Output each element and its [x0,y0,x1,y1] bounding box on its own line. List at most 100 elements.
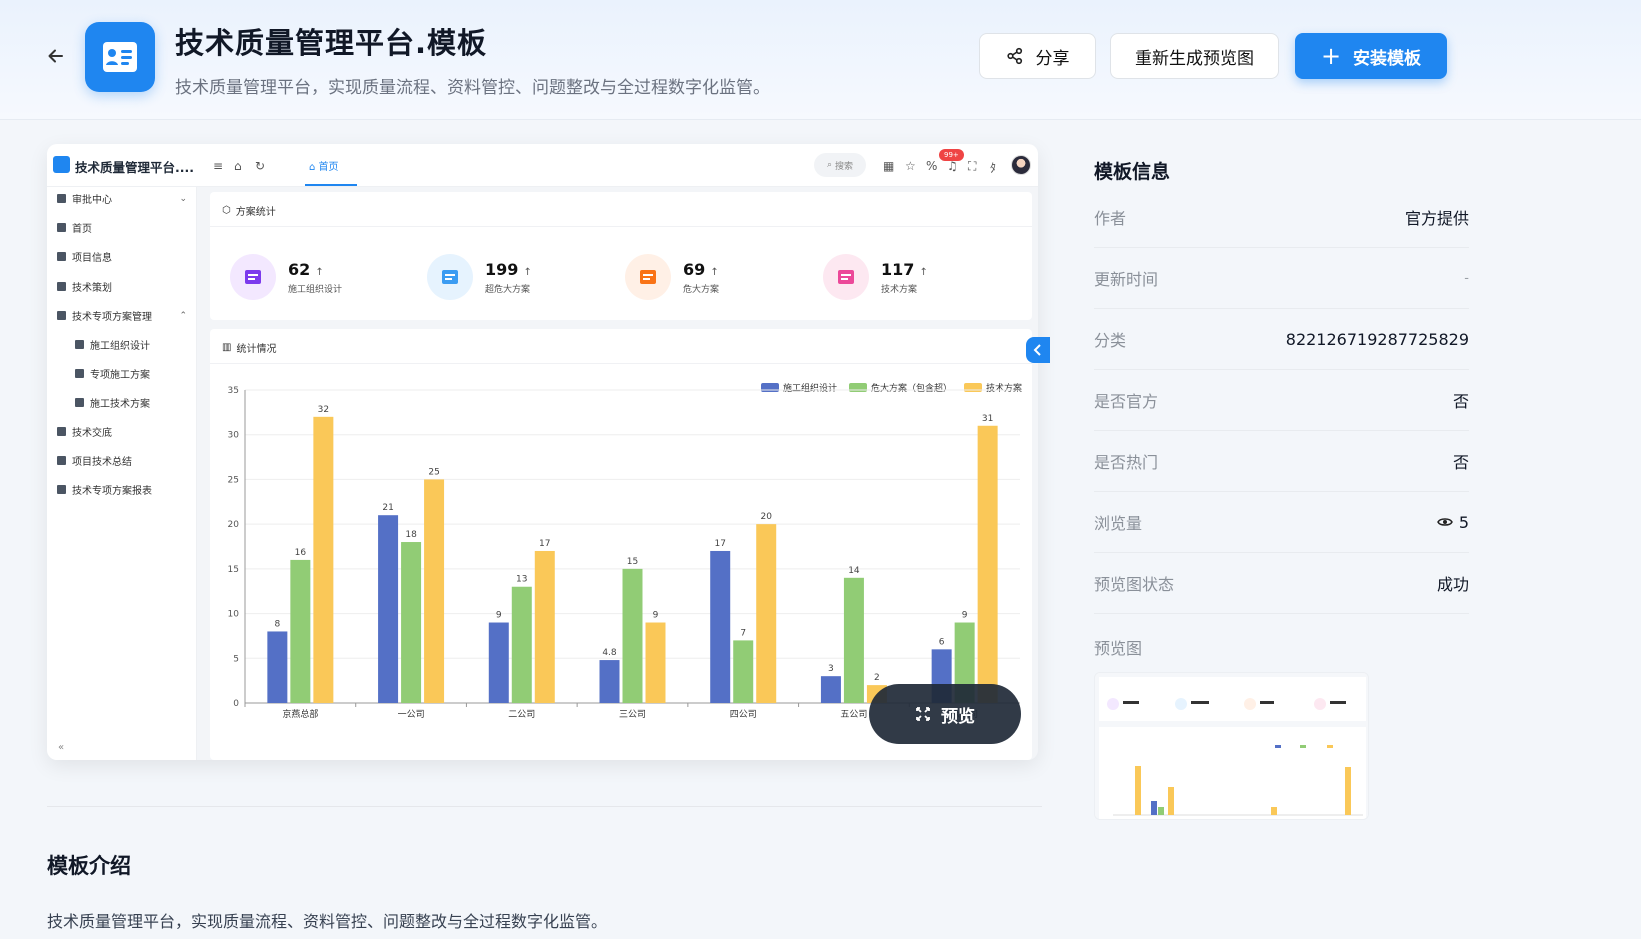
stat-label: 超危大方案 [485,284,531,295]
regenerate-label: 重新生成预览图 [1135,48,1254,69]
info-row-views: 浏览量 5 [1094,492,1469,553]
doc-icon [57,427,66,436]
search-icon: ⌕ [826,160,833,170]
eye-icon [1436,518,1453,526]
sidebar-item[interactable]: 技术专项方案报表 [57,482,187,497]
sidebar-item[interactable]: 施工技术方案 [75,395,187,410]
stat-icon [625,254,671,300]
bar [599,660,620,703]
sidebar-item[interactable]: 技术交底 [57,424,187,439]
translate-icon[interactable]: ﾀ [990,159,996,176]
bar [710,550,731,703]
arrow-up-icon: ↑ [523,266,532,278]
data-label: 20 [760,512,772,522]
install-label: 安装模板 [1353,48,1422,69]
sidebar-item-label: 审批中心 [72,195,112,206]
tab-home[interactable]: ⌂ 首页 [309,158,339,173]
preview-button[interactable]: 预览 [869,684,1021,744]
y-tick-label: 35 [228,386,239,396]
y-tick-label: 30 [228,431,240,441]
fullscreen-icon[interactable]: ⛶ [968,159,976,174]
data-label: 21 [382,503,393,513]
chevron-icon: ⌃ [179,310,187,321]
menu-icon[interactable]: ≡ [213,159,223,173]
arrow-up-icon: ↑ [710,266,719,278]
data-label: 17 [714,539,725,549]
info-row-preview-status: 预览图状态 成功 [1094,553,1469,614]
stats-card-title: ⬡ 方案统计 [222,203,276,218]
sidebar-item[interactable]: 施工组织设计 [75,337,187,352]
bar [756,524,777,703]
search-placeholder: 搜索 [835,161,854,172]
views-count: 5 [1458,512,1469,532]
info-value: 官方提供 [1404,209,1469,228]
stat-item: 62 ↑ 施工组织设计 [230,254,342,300]
panel-toggle-button[interactable] [1026,337,1050,363]
sidebar-item-label: 专项施工方案 [90,370,150,381]
sidebar-item-label: 技术专项方案管理 [72,312,152,323]
preview-thumbnail[interactable] [1094,672,1369,820]
intro-title: 模板介绍 [47,854,131,878]
data-label: 16 [295,548,307,558]
star-icon[interactable]: ☆ [905,159,916,173]
page-header: 技术质量管理平台.模板 技术质量管理平台，实现质量流程、资料管控、问题整改与全过… [0,0,1641,120]
avatar[interactable] [1011,155,1031,175]
y-tick-label: 25 [228,475,239,485]
regenerate-preview-button[interactable]: 重新生成预览图 [1110,33,1279,79]
sidebar-item[interactable]: 专项施工方案 [75,366,187,381]
bar [401,542,422,703]
stat-value: 69 [683,259,706,279]
back-button[interactable] [44,44,68,68]
sidebar-item-label: 项目技术总结 [72,457,132,468]
info-title: 模板信息 [1094,161,1171,183]
cube-icon: ⬡ [222,205,231,216]
home-icon[interactable]: ⌂ [234,159,242,173]
plus-icon: + [1320,42,1342,70]
data-label: 18 [405,530,417,540]
info-row-is-official: 是否官方 否 [1094,370,1469,431]
bar [977,425,998,703]
sidebar-item[interactable]: 项目信息 [57,249,187,264]
share-button[interactable]: 分享 [979,33,1096,79]
sidebar-item-label: 首页 [72,224,92,235]
template-app-icon [85,22,155,92]
doc-icon [57,456,66,465]
bar [534,550,555,703]
sidebar-item[interactable]: 项目技术总结 [57,453,187,468]
doc-icon [57,223,66,232]
stat-label: 施工组织设计 [288,284,343,295]
sidebar-item[interactable]: 首页 [57,220,187,235]
stat-value: 62 [288,259,311,279]
intro-text: 技术质量管理平台，实现质量流程、资料管控、问题整改与全过程数字化监管。 [47,912,608,931]
stat-item: 117 ↑ 技术方案 [823,254,928,300]
info-value: 822126719287725829 [1285,329,1469,349]
grid-icon[interactable]: ▦ [883,159,894,173]
data-label: 14 [848,566,860,576]
sidebar-item-label: 技术交底 [72,428,112,439]
preview-search-input[interactable]: ⌕ 搜索 [814,153,866,177]
y-tick-label: 20 [228,520,240,530]
doc-icon [57,282,66,291]
sidebar-item[interactable]: 技术策划 [57,279,187,294]
collapse-sidebar-button[interactable]: « [58,742,64,753]
section-divider [47,806,1042,807]
info-row-update-time: 更新时间 - [1094,248,1469,309]
sidebar-item[interactable]: 技术专项方案管理 ⌃ [57,308,187,323]
x-tick-label: 一公司 [398,709,425,720]
stat-icon [230,254,276,300]
sidebar-item-label: 技术专项方案报表 [72,486,152,497]
sidebar-item[interactable]: 审批中心 ⌄ [57,191,187,206]
x-tick-label: 四公司 [730,709,757,720]
stat-value: 199 [485,259,519,279]
percent-icon[interactable]: % [926,159,937,173]
refresh-icon[interactable]: ↻ [255,159,265,173]
arrow-up-icon: ↑ [919,266,928,278]
stats-title-text: 方案统计 [235,207,276,218]
stat-icon [427,254,473,300]
data-label: 6 [939,637,945,647]
install-template-button[interactable]: + 安装模板 [1295,33,1447,79]
doc-icon [57,485,66,494]
info-value: 5 [1436,512,1469,532]
bar [424,479,445,703]
bell-icon[interactable]: ♫ [947,159,958,173]
